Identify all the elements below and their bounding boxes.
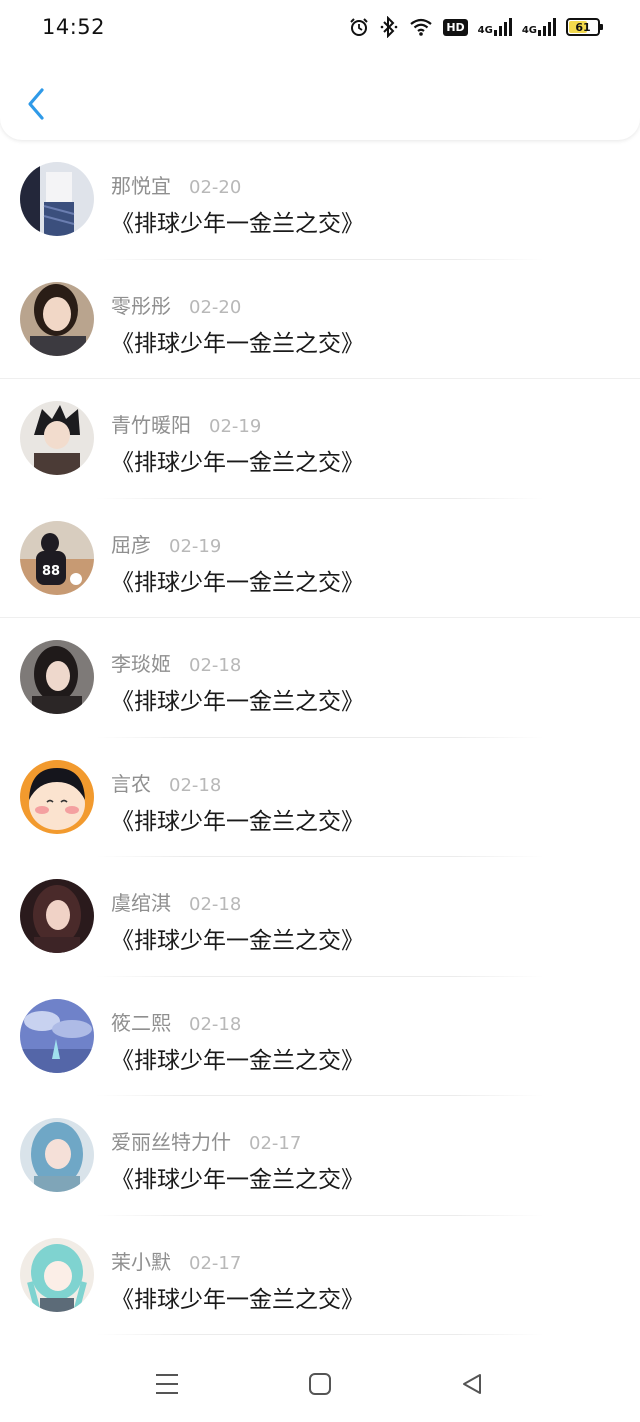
item-message: 《排球少年一金兰之交》: [111, 1167, 364, 1193]
list-item[interactable]: 李琰姬 02-18 《排球少年一金兰之交》: [0, 618, 640, 738]
network-type-label: 4G: [477, 25, 493, 36]
user-name[interactable]: 青竹暖阳: [111, 409, 191, 438]
user-name[interactable]: 那悦宜: [111, 170, 171, 199]
signal-4g-icon: 4G: [478, 18, 512, 36]
item-date: 02-19: [169, 535, 222, 557]
menu-button[interactable]: [147, 1368, 187, 1400]
user-name[interactable]: 屈彦: [111, 529, 151, 558]
list-item[interactable]: 筱二熙 02-18 《排球少年一金兰之交》: [0, 977, 640, 1096]
hd-icon: HD: [443, 18, 468, 36]
avatar[interactable]: [20, 1237, 94, 1312]
avatar[interactable]: 88: [20, 520, 94, 595]
item-message: 《排球少年一金兰之交》: [111, 1047, 364, 1074]
home-square-icon: [309, 1373, 331, 1395]
avatar[interactable]: [20, 162, 94, 236]
divider: [96, 1334, 544, 1335]
status-bar: 14:52 HD 4G 4G 61: [0, 0, 640, 56]
item-message: 《排球少年一金兰之交》: [111, 211, 364, 237]
avatar[interactable]: [20, 879, 94, 953]
item-date: 02-18: [189, 894, 242, 915]
menu-icon: [156, 1374, 178, 1394]
network-type-label: 4G: [521, 25, 537, 36]
back-button[interactable]: [18, 82, 54, 126]
svg-text:88: 88: [42, 564, 60, 579]
item-message: 《排球少年一金兰之交》: [111, 330, 364, 357]
avatar[interactable]: [20, 759, 94, 834]
chevron-left-icon: [28, 88, 44, 120]
item-message: 《排球少年一金兰之交》: [111, 808, 364, 835]
user-name[interactable]: 茉小默: [111, 1246, 171, 1275]
back-triangle-icon: [463, 1374, 481, 1394]
list-item[interactable]: 茉小默 02-17 《排球少年一金兰之交》: [0, 1216, 640, 1335]
avatar[interactable]: [20, 281, 94, 356]
item-date: 02-18: [169, 774, 222, 796]
item-date: 02-18: [189, 655, 242, 676]
item-message: 《排球少年一金兰之交》: [111, 1286, 364, 1313]
list-item[interactable]: 那悦宜 02-20 《排球少年一金兰之交》: [0, 140, 640, 260]
avatar[interactable]: [20, 401, 94, 475]
alarm-icon: [350, 18, 369, 36]
status-time: 14:52: [42, 15, 106, 39]
home-button[interactable]: [300, 1368, 340, 1400]
item-date: 02-17: [189, 1252, 242, 1274]
user-name[interactable]: 虞绾淇: [111, 887, 171, 916]
message-list: 那悦宜 02-20 《排球少年一金兰之交》 零彤彤 02-20 《排球少年一金兰…: [0, 140, 640, 1335]
user-name[interactable]: 爱丽丝特力什: [111, 1126, 231, 1155]
list-item[interactable]: 青竹暖阳 02-19 《排球少年一金兰之交》: [0, 379, 640, 499]
list-item[interactable]: 言农 02-18 《排球少年一金兰之交》: [0, 738, 640, 857]
item-header: 言农 02-18: [111, 768, 221, 797]
item-header: 虞绾淇 02-18: [111, 887, 241, 916]
item-message: 《排球少年一金兰之交》: [111, 928, 364, 954]
user-name[interactable]: 筱二熙: [111, 1007, 171, 1036]
wifi-icon: [410, 18, 432, 36]
battery-icon: 61: [566, 18, 603, 36]
item-header: 青竹暖阳 02-19: [111, 409, 261, 438]
list-item[interactable]: 零彤彤 02-20 《排球少年一金兰之交》: [0, 260, 640, 379]
app-header: 14:52 HD 4G 4G 61: [0, 0, 640, 140]
item-date: 02-20: [189, 177, 242, 198]
list-item[interactable]: 爱丽丝特力什 02-17 《排球少年一金兰之交》: [0, 1096, 640, 1216]
item-header: 屈彦 02-19: [111, 529, 221, 558]
list-item[interactable]: 虞绾淇 02-18 《排球少年一金兰之交》: [0, 857, 640, 977]
item-header: 筱二熙 02-18: [111, 1007, 241, 1036]
item-date: 02-17: [249, 1133, 302, 1154]
item-header: 李琰姬 02-18: [111, 648, 241, 677]
signal-4g-icon: 4G: [522, 18, 556, 36]
user-name[interactable]: 言农: [111, 768, 151, 797]
item-date: 02-19: [209, 416, 262, 437]
battery-level: 61: [575, 20, 591, 34]
bluetooth-icon: [381, 16, 398, 38]
user-name[interactable]: 零彤彤: [111, 290, 171, 319]
item-header: 爱丽丝特力什 02-17: [111, 1126, 301, 1155]
avatar[interactable]: [20, 640, 94, 714]
item-message: 《排球少年一金兰之交》: [111, 569, 364, 596]
item-message: 《排球少年一金兰之交》: [111, 689, 364, 715]
avatar[interactable]: [20, 1118, 94, 1192]
item-header: 茉小默 02-17: [111, 1246, 241, 1275]
system-nav-bar: [0, 1350, 640, 1422]
status-icons: HD 4G 4G 61: [349, 16, 603, 38]
list-item[interactable]: 88 屈彦 02-19 《排球少年一金兰之交》: [0, 499, 640, 618]
user-name[interactable]: 李琰姬: [111, 648, 171, 677]
avatar[interactable]: [20, 998, 94, 1073]
item-header: 零彤彤 02-20: [111, 290, 241, 319]
back-nav-button[interactable]: [452, 1368, 492, 1400]
item-date: 02-20: [189, 296, 242, 318]
item-header: 那悦宜 02-20: [111, 170, 241, 199]
item-message: 《排球少年一金兰之交》: [111, 450, 364, 476]
item-date: 02-18: [189, 1013, 242, 1035]
